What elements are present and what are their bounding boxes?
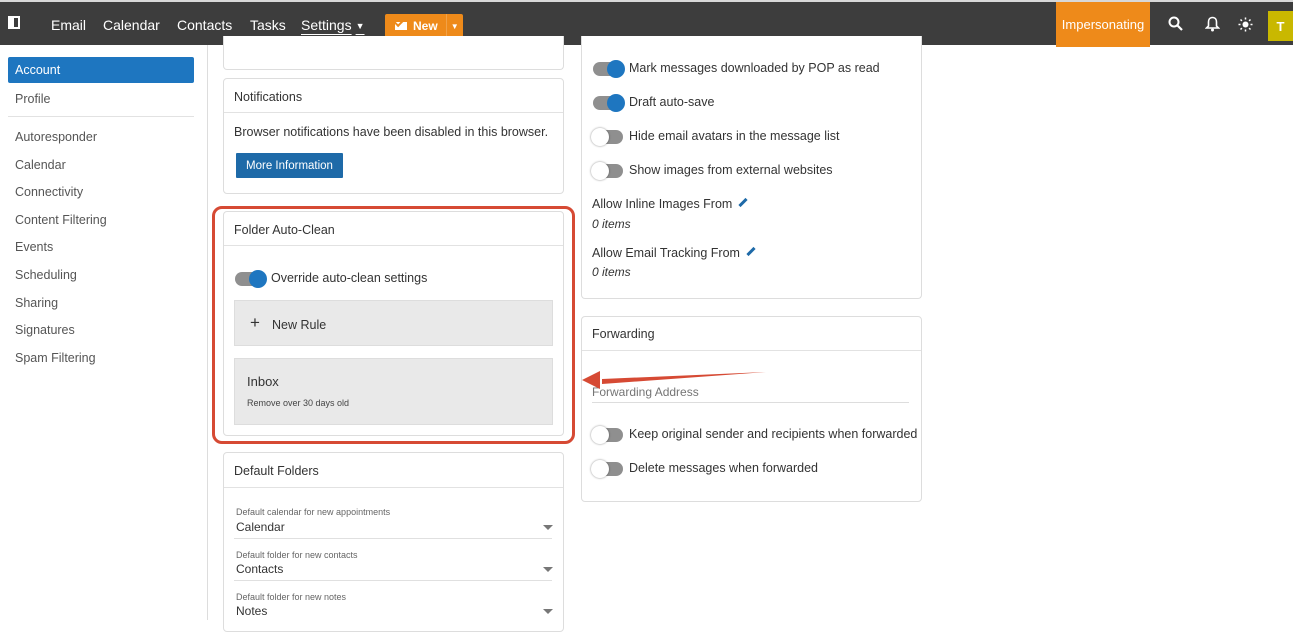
sidebar-item-events[interactable]: Events	[15, 240, 53, 254]
sidebar-item-connectivity[interactable]: Connectivity	[15, 185, 83, 199]
brightness-icon[interactable]	[1238, 17, 1253, 32]
select-underline	[234, 538, 552, 539]
card-divider	[582, 350, 921, 351]
keep-original-sender-toggle[interactable]	[591, 426, 623, 444]
sidebar-item-calendar[interactable]: Calendar	[15, 158, 66, 172]
notifications-title: Notifications	[234, 90, 303, 104]
nav-calendar[interactable]: Calendar	[103, 17, 160, 33]
sidebar-item-sharing[interactable]: Sharing	[15, 296, 58, 310]
sidebar-item-signatures[interactable]: Signatures	[15, 323, 75, 337]
previous-card	[223, 36, 564, 70]
mark-pop-read-toggle[interactable]	[593, 60, 625, 78]
more-information-button[interactable]: More Information	[236, 153, 343, 178]
show-external-images-toggle[interactable]	[591, 162, 623, 180]
default-folders-title: Default Folders	[234, 464, 319, 478]
allow-email-tracking-label: Allow Email Tracking From	[592, 246, 756, 260]
sidebar-item-profile[interactable]: Profile	[15, 92, 50, 106]
default-folders-card: Default Folders	[223, 452, 564, 632]
sidebar-item-spam-filtering[interactable]: Spam Filtering	[15, 351, 96, 365]
sidebar-item-scheduling[interactable]: Scheduling	[15, 268, 77, 282]
allow-inline-images-label: Allow Inline Images From	[592, 197, 748, 211]
show-external-images-label: Show images from external websites	[629, 163, 833, 177]
sidebar-item-account[interactable]: Account	[8, 57, 194, 83]
draft-auto-save-label: Draft auto-save	[629, 95, 715, 109]
sidebar-item-content-filtering[interactable]: Content Filtering	[15, 213, 107, 227]
hide-avatars-toggle[interactable]	[591, 128, 623, 146]
card-divider	[224, 487, 563, 488]
nav-settings[interactable]: Settings ▼	[301, 17, 365, 33]
arrow-annotation	[582, 371, 766, 389]
default-calendar-label: Default calendar for new appointments	[236, 507, 391, 517]
notifications-message: Browser notifications have been disabled…	[234, 125, 549, 139]
inline-images-count: 0 items	[592, 217, 631, 231]
keep-original-sender-label: Keep original sender and recipients when…	[629, 427, 918, 441]
nav-settings-label: Settings	[301, 17, 352, 33]
pencil-icon[interactable]	[738, 198, 748, 208]
chevron-down-icon[interactable]	[543, 567, 553, 572]
pencil-icon[interactable]	[746, 247, 756, 257]
delete-when-forwarded-label: Delete messages when forwarded	[629, 461, 818, 475]
tracking-count: 0 items	[592, 265, 631, 279]
mark-pop-read-label: Mark messages downloaded by POP as read	[629, 61, 880, 75]
default-contacts-label: Default folder for new contacts	[236, 550, 358, 560]
default-notes-select[interactable]: Notes	[236, 604, 267, 618]
new-button-label: New	[413, 19, 438, 33]
allow-email-tracking-text: Allow Email Tracking From	[592, 246, 740, 260]
search-icon[interactable]	[1168, 16, 1184, 32]
bell-icon[interactable]	[1205, 16, 1220, 32]
delete-when-forwarded-toggle[interactable]	[591, 460, 623, 478]
impersonating-button[interactable]: Impersonating	[1056, 2, 1150, 47]
nav-contacts[interactable]: Contacts	[177, 17, 232, 33]
default-contacts-select[interactable]: Contacts	[236, 562, 283, 576]
default-calendar-select[interactable]: Calendar	[236, 520, 285, 534]
chevron-down-icon: ▼	[355, 21, 365, 32]
chevron-down-icon[interactable]	[543, 525, 553, 530]
draft-auto-save-toggle[interactable]	[593, 94, 625, 112]
envelope-icon	[395, 22, 407, 30]
card-divider	[224, 112, 563, 113]
new-button[interactable]: New ▼	[385, 14, 463, 38]
hide-avatars-label: Hide email avatars in the message list	[629, 129, 840, 143]
highlight-annotation	[212, 206, 575, 444]
sidebar-item-autoresponder[interactable]: Autoresponder	[15, 130, 97, 144]
forwarding-title: Forwarding	[592, 327, 655, 341]
default-notes-label: Default folder for new notes	[236, 592, 347, 602]
allow-inline-images-text: Allow Inline Images From	[592, 197, 733, 211]
new-dropdown-chevron-icon[interactable]: ▼	[445, 14, 463, 38]
nav-email[interactable]: Email	[51, 17, 86, 33]
nav-tasks[interactable]: Tasks	[250, 17, 286, 33]
chevron-down-icon[interactable]	[543, 609, 553, 614]
sidebar-toggle-icon[interactable]	[8, 16, 20, 29]
select-underline	[234, 580, 552, 581]
sidebar-divider	[8, 116, 194, 117]
avatar[interactable]: T	[1268, 11, 1293, 41]
